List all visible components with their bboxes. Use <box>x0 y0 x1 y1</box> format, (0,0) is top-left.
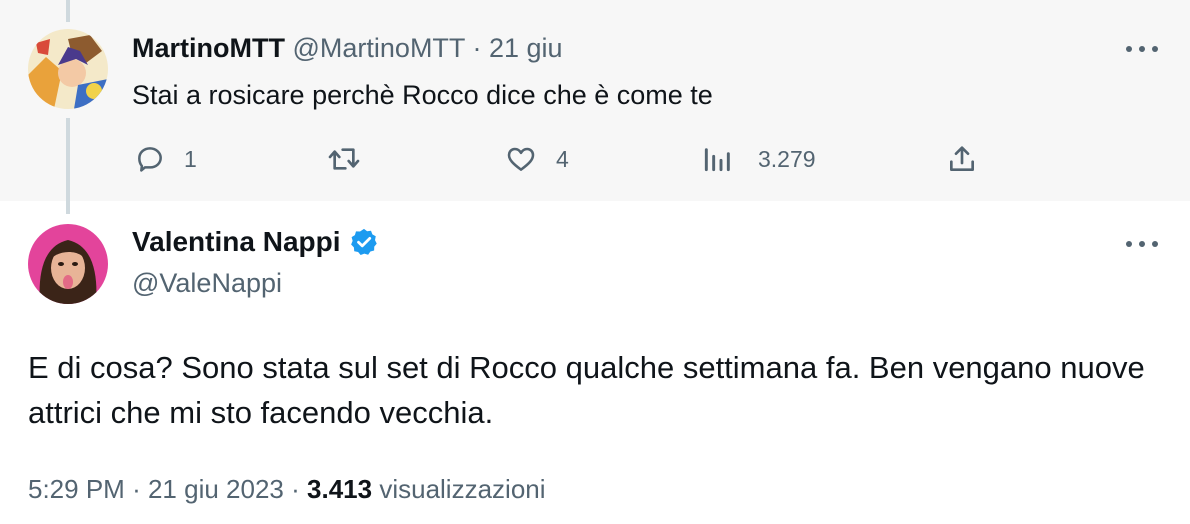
tweet-more-icon[interactable] <box>1126 239 1158 249</box>
tweet-author: Valentina Nappi <box>132 226 379 258</box>
reply-action[interactable]: 1 <box>134 139 197 179</box>
avatar-valenappi[interactable] <box>28 224 108 304</box>
share-action[interactable] <box>946 139 978 179</box>
thread-line <box>66 0 70 22</box>
retweet-action[interactable] <box>326 139 362 179</box>
tweet-handle[interactable]: @ValeNappi <box>132 268 282 299</box>
views-count: 3.279 <box>758 145 816 172</box>
tweet-views-count: 3.413 <box>307 474 373 504</box>
reply-more-icon[interactable] <box>1126 44 1158 54</box>
like-icon <box>507 147 535 171</box>
tweet-separator: · <box>132 474 141 504</box>
reply-handle[interactable]: @MartinoMTT <box>293 33 465 63</box>
avatar-martinomtt[interactable] <box>28 29 108 109</box>
reply-text: Stai a rosicare perchè Rocco dice che è … <box>132 80 713 110</box>
views-action[interactable]: 3.279 <box>702 139 816 179</box>
reply-count: 1 <box>184 145 197 172</box>
like-action[interactable]: 4 <box>504 139 569 179</box>
reply-icon <box>138 147 162 172</box>
tweet-time[interactable]: 5:29 PM <box>28 474 125 504</box>
reply-date[interactable]: 21 giu <box>489 33 563 63</box>
share-icon <box>950 146 974 171</box>
reply-tweet[interactable]: MartinoMTT @MartinoMTT · 21 giu Stai a r… <box>0 0 1190 201</box>
tweet-views-label: visualizzazioni <box>379 474 546 504</box>
reply-separator: · <box>472 33 482 63</box>
views-icon <box>704 148 730 172</box>
tweet-meta: 5:29 PM · 21 giu 2023 · 3.413 visualizza… <box>28 474 546 505</box>
retweet-icon <box>328 148 360 170</box>
tweet-separator-2: · <box>291 474 300 504</box>
verified-badge-icon[interactable] <box>349 227 379 257</box>
reply-header: MartinoMTT @MartinoMTT · 21 giu <box>132 33 563 64</box>
tweet-display-name[interactable]: Valentina Nappi <box>132 226 341 258</box>
thread-connector-line <box>66 118 70 214</box>
like-count: 4 <box>556 145 569 172</box>
tweet-date[interactable]: 21 giu 2023 <box>148 474 284 504</box>
reply-display-name[interactable]: MartinoMTT <box>132 33 285 63</box>
tweet-text: E di cosa? Sono stata sul set di Rocco q… <box>28 350 1145 430</box>
